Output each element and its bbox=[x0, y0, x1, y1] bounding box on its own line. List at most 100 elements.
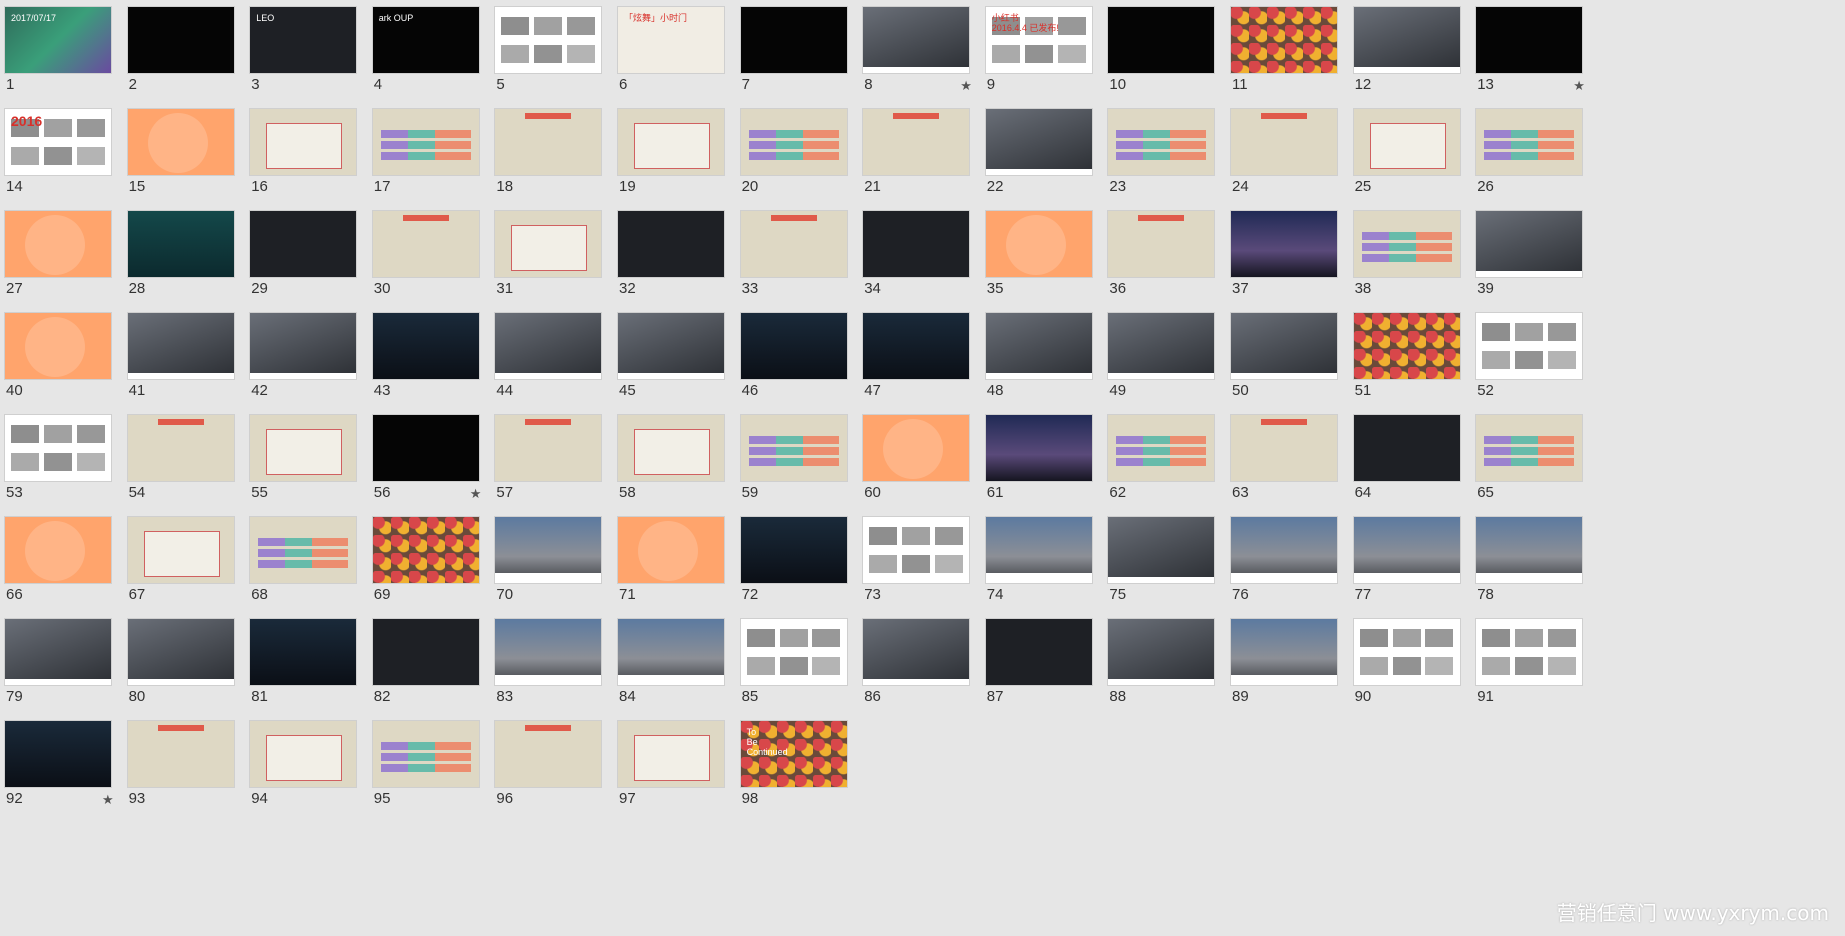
slide-thumbnail-42[interactable]: 42 bbox=[245, 308, 358, 399]
slide-preview[interactable] bbox=[1230, 210, 1338, 278]
slide-preview[interactable] bbox=[1230, 6, 1338, 74]
slide-thumbnail-20[interactable]: 20 bbox=[736, 104, 848, 195]
slide-thumbnail-34[interactable]: 34 bbox=[858, 206, 971, 297]
slide-thumbnail-63[interactable]: 63 bbox=[1226, 410, 1338, 501]
slide-thumbnail-77[interactable]: 77 bbox=[1349, 512, 1461, 603]
slide-thumbnail-75[interactable]: 75 bbox=[1103, 512, 1216, 603]
slide-preview[interactable] bbox=[249, 312, 358, 380]
slide-preview[interactable]: ark OUP bbox=[371, 6, 480, 74]
slide-thumbnail-55[interactable]: 55 bbox=[245, 410, 358, 501]
slide-thumbnail-23[interactable]: 23 bbox=[1103, 104, 1216, 195]
slide-thumbnail-79[interactable]: 79 bbox=[0, 614, 112, 705]
slide-thumbnail-73[interactable]: 73 bbox=[858, 512, 971, 603]
slide-thumbnail-70[interactable]: 70 bbox=[490, 512, 603, 603]
slide-preview[interactable] bbox=[739, 210, 848, 278]
slide-preview[interactable] bbox=[739, 6, 848, 74]
slide-thumbnail-6[interactable]: 「炫舞」小时门 6 bbox=[613, 2, 725, 93]
slide-preview[interactable] bbox=[617, 414, 725, 482]
slide-preview[interactable] bbox=[984, 312, 1093, 380]
slide-thumbnail-93[interactable]: 93 bbox=[123, 716, 235, 807]
slide-preview[interactable] bbox=[371, 108, 480, 176]
slide-preview[interactable] bbox=[617, 618, 725, 686]
slide-preview[interactable] bbox=[494, 312, 603, 380]
slide-thumbnail-87[interactable]: 87 bbox=[981, 614, 1093, 705]
slide-thumbnail-65[interactable]: 65 bbox=[1471, 410, 1584, 501]
slide-preview[interactable] bbox=[249, 720, 358, 788]
slide-preview[interactable] bbox=[4, 516, 112, 584]
slide-thumbnail-3[interactable]: LEO 3 bbox=[245, 2, 358, 93]
slide-thumbnail-8[interactable]: 8 ★ bbox=[858, 2, 972, 93]
slide-thumbnail-7[interactable]: 7 bbox=[736, 2, 848, 93]
slide-thumbnail-80[interactable]: 80 bbox=[123, 614, 235, 705]
slide-thumbnail-35[interactable]: 35 bbox=[981, 206, 1093, 297]
slide-thumbnail-76[interactable]: 76 bbox=[1226, 512, 1338, 603]
slide-thumbnail-27[interactable]: 27 bbox=[0, 206, 112, 297]
slide-thumbnail-22[interactable]: 22 bbox=[981, 104, 1093, 195]
slide-thumbnail-31[interactable]: 31 bbox=[490, 206, 603, 297]
slide-preview[interactable] bbox=[4, 618, 112, 686]
slide-preview[interactable] bbox=[494, 6, 603, 74]
slide-preview[interactable] bbox=[126, 516, 235, 584]
slide-thumbnail-13[interactable]: 13 ★ bbox=[1471, 2, 1585, 93]
slide-thumbnail-81[interactable]: 81 bbox=[245, 614, 358, 705]
slide-preview[interactable] bbox=[1107, 618, 1216, 686]
slide-preview[interactable]: 小红书 2016.4.4 已发布! bbox=[984, 6, 1093, 74]
slide-preview[interactable]: To Be Continued bbox=[739, 720, 848, 788]
slide-preview[interactable] bbox=[1475, 312, 1584, 380]
slide-preview[interactable] bbox=[126, 6, 235, 74]
slide-preview[interactable] bbox=[249, 210, 358, 278]
slide-preview[interactable] bbox=[126, 720, 235, 788]
slide-thumbnail-4[interactable]: ark OUP 4 bbox=[368, 2, 480, 93]
slide-thumbnail-19[interactable]: 19 bbox=[613, 104, 725, 195]
slide-thumbnail-85[interactable]: 85 bbox=[736, 614, 848, 705]
slide-thumbnail-74[interactable]: 74 bbox=[981, 512, 1093, 603]
slide-thumbnail-33[interactable]: 33 bbox=[736, 206, 848, 297]
slide-preview[interactable] bbox=[1352, 6, 1461, 74]
slide-thumbnail-84[interactable]: 84 bbox=[613, 614, 725, 705]
slide-preview[interactable] bbox=[1352, 210, 1461, 278]
slide-thumbnail-86[interactable]: 86 bbox=[858, 614, 971, 705]
slide-preview[interactable] bbox=[1475, 516, 1584, 584]
slide-thumbnail-52[interactable]: 52 bbox=[1471, 308, 1584, 399]
slide-thumbnail-10[interactable]: 10 bbox=[1103, 2, 1216, 93]
slide-thumbnail-53[interactable]: 53 bbox=[0, 410, 112, 501]
slide-thumbnail-58[interactable]: 58 bbox=[613, 410, 725, 501]
slide-thumbnail-78[interactable]: 78 bbox=[1471, 512, 1584, 603]
slide-thumbnail-29[interactable]: 29 bbox=[245, 206, 358, 297]
slide-thumbnail-37[interactable]: 37 bbox=[1226, 206, 1338, 297]
slide-preview[interactable] bbox=[1475, 618, 1584, 686]
slide-thumbnail-54[interactable]: 54 bbox=[123, 410, 235, 501]
slide-preview[interactable] bbox=[984, 108, 1093, 176]
slide-thumbnail-89[interactable]: 89 bbox=[1226, 614, 1338, 705]
slide-preview[interactable] bbox=[4, 414, 112, 482]
slide-thumbnail-16[interactable]: 16 bbox=[245, 104, 358, 195]
slide-preview[interactable] bbox=[862, 108, 971, 176]
slide-preview[interactable] bbox=[1475, 414, 1584, 482]
slide-preview[interactable] bbox=[1230, 618, 1338, 686]
slide-thumbnail-92[interactable]: 92 ★ bbox=[0, 716, 114, 807]
slide-thumbnail-90[interactable]: 90 bbox=[1349, 614, 1461, 705]
slide-thumbnail-56[interactable]: 56 ★ bbox=[368, 410, 481, 501]
slide-preview[interactable] bbox=[1475, 6, 1584, 74]
slide-thumbnail-1[interactable]: 2017/07/17 1 bbox=[0, 2, 112, 93]
slide-preview[interactable] bbox=[739, 414, 848, 482]
slide-thumbnail-62[interactable]: 62 bbox=[1103, 410, 1216, 501]
slide-preview[interactable]: 「炫舞」小时门 bbox=[617, 6, 725, 74]
slide-thumbnail-14[interactable]: 2016 14 bbox=[0, 104, 112, 195]
slide-thumbnail-12[interactable]: 12 bbox=[1349, 2, 1461, 93]
slide-preview[interactable] bbox=[494, 210, 603, 278]
slide-preview[interactable] bbox=[494, 108, 603, 176]
slide-preview[interactable] bbox=[984, 516, 1093, 584]
slide-preview[interactable] bbox=[371, 414, 480, 482]
slide-preview[interactable] bbox=[1230, 414, 1338, 482]
slide-preview[interactable] bbox=[1107, 312, 1216, 380]
slide-preview[interactable] bbox=[617, 516, 725, 584]
slide-preview[interactable] bbox=[1352, 618, 1461, 686]
slide-preview[interactable] bbox=[371, 720, 480, 788]
slide-thumbnail-26[interactable]: 26 bbox=[1471, 104, 1584, 195]
slide-preview[interactable] bbox=[371, 312, 480, 380]
slide-thumbnail-68[interactable]: 68 bbox=[245, 512, 358, 603]
slide-preview[interactable] bbox=[494, 720, 603, 788]
slide-thumbnail-83[interactable]: 83 bbox=[490, 614, 603, 705]
slide-preview[interactable] bbox=[862, 414, 971, 482]
